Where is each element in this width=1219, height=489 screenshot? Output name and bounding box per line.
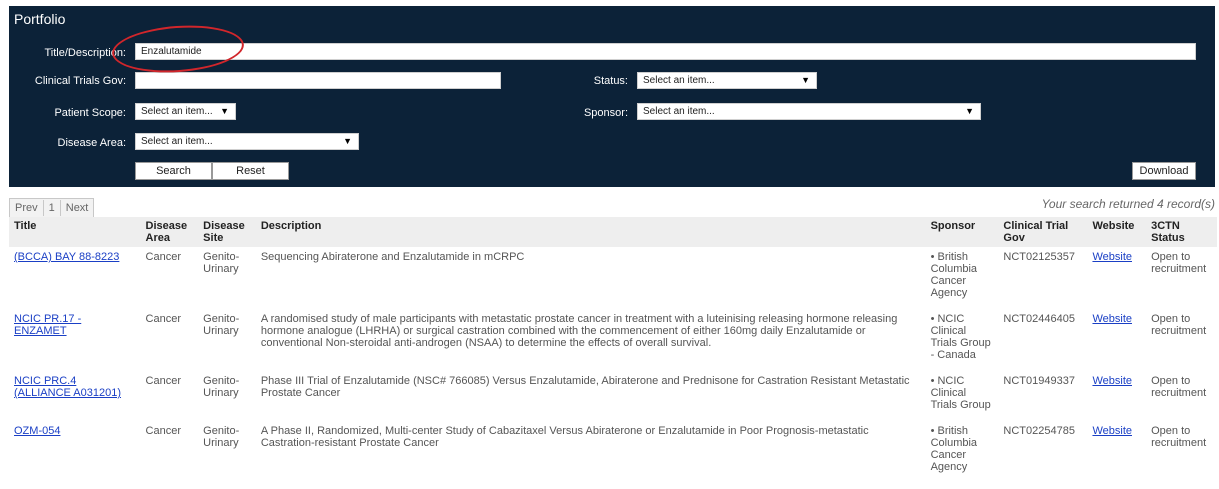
trial-title-link[interactable]: NCIC PR.17 - ENZAMET bbox=[14, 313, 81, 337]
table-row: NCIC PR.17 - ENZAMET Cancer Genito-Urina… bbox=[9, 309, 1217, 371]
column-header-sponsor[interactable]: Sponsor bbox=[925, 217, 999, 247]
clinical-trial-gov-cell: NCT01949337 bbox=[1003, 375, 1075, 387]
status-select[interactable]: Select an item... ▼ bbox=[637, 72, 817, 89]
trial-title-link[interactable]: (BCCA) BAY 88-8223 bbox=[14, 251, 119, 263]
panel-title: Portfolio bbox=[14, 11, 66, 27]
status-cell: Open to recruitment bbox=[1151, 251, 1207, 275]
table-header-row: Title Disease Area Disease Site Descript… bbox=[9, 217, 1217, 247]
disease-area-label: Disease Area: bbox=[57, 137, 126, 149]
table-row: (BCCA) BAY 88-8223 Cancer Genito-Urinary… bbox=[9, 247, 1217, 309]
website-link[interactable]: Website bbox=[1092, 251, 1132, 263]
sponsor-cell: • NCIC Clinical Trials Group bbox=[930, 375, 991, 411]
disease-area-cell: Cancer bbox=[145, 375, 181, 387]
pagination: Prev 1 Next bbox=[9, 198, 95, 218]
sponsor-select[interactable]: Select an item... ▼ bbox=[637, 103, 981, 120]
table-row: NCIC PRC.4 (ALLIANCE A031201) Cancer Gen… bbox=[9, 371, 1217, 421]
disease-site-cell: Genito-Urinary bbox=[203, 313, 240, 337]
status-cell: Open to recruitment bbox=[1151, 375, 1207, 399]
patient-scope-select-value: Select an item... bbox=[141, 106, 213, 117]
website-link[interactable]: Website bbox=[1092, 313, 1132, 325]
description-cell: Phase III Trial of Enzalutamide (NSC# 76… bbox=[260, 375, 910, 399]
download-button[interactable]: Download bbox=[1132, 162, 1196, 180]
clinical-trial-gov-cell: NCT02446405 bbox=[1003, 313, 1075, 325]
title-description-input[interactable]: Enzalutamide bbox=[135, 43, 1196, 60]
status-cell: Open to recruitment bbox=[1151, 313, 1207, 337]
search-panel: Portfolio Title/Description: Enzalutamid… bbox=[9, 6, 1215, 187]
clinical-trials-gov-input[interactable] bbox=[135, 72, 501, 89]
status-select-value: Select an item... bbox=[643, 75, 715, 86]
description-cell: A randomised study of male participants … bbox=[260, 313, 898, 349]
disease-area-cell: Cancer bbox=[145, 251, 181, 263]
reset-button[interactable]: Reset bbox=[212, 162, 289, 180]
description-cell: A Phase II, Randomized, Multi-center Stu… bbox=[260, 425, 869, 449]
disease-site-cell: Genito-Urinary bbox=[203, 251, 240, 275]
search-button[interactable]: Search bbox=[135, 162, 212, 180]
sponsor-cell: • British Columbia Cancer Agency bbox=[930, 425, 978, 473]
chevron-down-icon: ▼ bbox=[343, 136, 352, 146]
disease-area-cell: Cancer bbox=[145, 313, 181, 325]
column-header-3ctn-status[interactable]: 3CTN Status bbox=[1146, 217, 1217, 247]
table-row: OZM-054 Cancer Genito-Urinary A Phase II… bbox=[9, 421, 1217, 483]
chevron-down-icon: ▼ bbox=[220, 106, 229, 116]
status-label: Status: bbox=[593, 75, 628, 87]
disease-area-select-value: Select an item... bbox=[141, 136, 213, 147]
pager-next[interactable]: Next bbox=[61, 200, 94, 216]
clinical-trials-gov-label: Clinical Trials Gov: bbox=[34, 75, 126, 87]
pager-page-1[interactable]: 1 bbox=[44, 200, 61, 216]
disease-area-cell: Cancer bbox=[145, 425, 181, 437]
website-link[interactable]: Website bbox=[1092, 425, 1132, 437]
patient-scope-select[interactable]: Select an item... ▼ bbox=[135, 103, 236, 120]
disease-site-cell: Genito-Urinary bbox=[203, 425, 240, 449]
patient-scope-label: Patient Scope: bbox=[54, 107, 126, 119]
title-description-label: Title/Description: bbox=[44, 47, 126, 59]
sponsor-label: Sponsor: bbox=[583, 107, 628, 119]
sponsor-cell: • British Columbia Cancer Agency bbox=[930, 251, 978, 299]
trial-title-link[interactable]: NCIC PRC.4 (ALLIANCE A031201) bbox=[14, 375, 121, 399]
column-header-disease-site[interactable]: Disease Site bbox=[198, 217, 256, 247]
column-header-title[interactable]: Title bbox=[9, 217, 141, 247]
result-count-text: Your search returned 4 record(s) bbox=[1041, 197, 1215, 211]
disease-site-cell: Genito-Urinary bbox=[203, 375, 240, 399]
pager-prev[interactable]: Prev bbox=[10, 200, 44, 216]
chevron-down-icon: ▼ bbox=[801, 75, 810, 85]
description-cell: Sequencing Abiraterone and Enzalutamide … bbox=[260, 251, 525, 263]
sponsor-cell: • NCIC Clinical Trials Group - Canada bbox=[930, 313, 991, 361]
column-header-website[interactable]: Website bbox=[1087, 217, 1147, 247]
trial-title-link[interactable]: OZM-054 bbox=[14, 425, 60, 437]
column-header-clinical-trial-gov[interactable]: Clinical Trial Gov bbox=[998, 217, 1088, 247]
column-header-description[interactable]: Description bbox=[255, 217, 926, 247]
status-cell: Open to recruitment bbox=[1151, 425, 1207, 449]
chevron-down-icon: ▼ bbox=[965, 106, 974, 116]
disease-area-select[interactable]: Select an item... ▼ bbox=[135, 133, 359, 150]
clinical-trial-gov-cell: NCT02125357 bbox=[1003, 251, 1075, 263]
results-table: Title Disease Area Disease Site Descript… bbox=[9, 217, 1217, 483]
sponsor-select-value: Select an item... bbox=[643, 106, 715, 117]
column-header-disease-area[interactable]: Disease Area bbox=[140, 217, 199, 247]
website-link[interactable]: Website bbox=[1092, 375, 1132, 387]
clinical-trial-gov-cell: NCT02254785 bbox=[1003, 425, 1075, 437]
